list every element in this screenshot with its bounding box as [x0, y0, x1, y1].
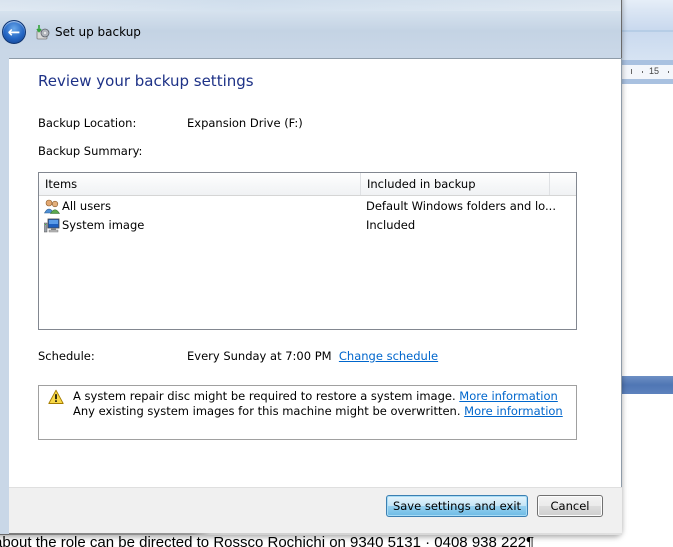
row-item-name: All users	[62, 199, 111, 213]
ruler-tick	[668, 71, 669, 73]
more-information-link[interactable]: More information	[459, 389, 558, 403]
change-schedule-link[interactable]: Change schedule	[339, 349, 438, 363]
back-button[interactable]: ←	[2, 20, 26, 44]
table-row[interactable]: System image Included	[39, 216, 576, 235]
save-settings-button[interactable]: Save settings and exit	[386, 495, 528, 517]
row-item-name: System image	[62, 218, 145, 232]
window-title-bar	[0, 0, 621, 11]
dialog-footer	[9, 487, 622, 533]
background-ruler-edge	[622, 79, 673, 84]
ruler-tick	[631, 69, 632, 74]
cancel-button[interactable]: Cancel	[537, 495, 603, 517]
page-title: Review your backup settings	[38, 72, 254, 90]
backup-location-label: Backup Location:	[38, 116, 137, 130]
warning-message: Any existing system images for this mach…	[73, 404, 563, 418]
navigation-bar: ← Set up backup	[0, 19, 600, 45]
backup-summary-label: Backup Summary:	[38, 144, 143, 158]
ruler-tick	[642, 71, 643, 73]
column-header-included[interactable]: Included in backup	[361, 173, 549, 195]
background-taskbar-fragment	[622, 376, 673, 394]
back-arrow-icon: ←	[7, 22, 21, 41]
column-divider[interactable]	[549, 173, 550, 195]
table-row[interactable]: All users Default Windows folders and lo…	[39, 197, 576, 216]
backup-summary-table: Items Included in backup All users Defau…	[38, 172, 577, 330]
background-document-text: about the role can be directed to Rossco…	[0, 534, 535, 547]
window-bottom-edge	[9, 533, 622, 535]
backup-location-value: Expansion Drive (F:)	[187, 116, 303, 130]
schedule-label: Schedule:	[38, 349, 95, 363]
row-included-value: Default Windows folders and lo...	[366, 199, 556, 213]
warning-icon	[48, 389, 64, 405]
background-ribbon-divider	[622, 30, 673, 32]
row-included-value: Included	[366, 218, 416, 232]
window-title: Set up backup	[55, 25, 141, 39]
warning-box: A system repair disc might be required t…	[38, 385, 577, 440]
warning-text: Any existing system images for this mach…	[73, 404, 461, 418]
backup-icon	[35, 24, 51, 40]
ruler-number: 15	[649, 66, 660, 76]
background-ruler: 15	[622, 65, 673, 79]
table-header: Items Included in backup	[39, 173, 576, 196]
computer-icon	[43, 218, 60, 233]
schedule-value: Every Sunday at 7:00 PM	[187, 349, 332, 363]
column-header-items[interactable]: Items	[39, 173, 360, 195]
more-information-link[interactable]: More information	[464, 404, 563, 418]
warning-message: A system repair disc might be required t…	[73, 389, 558, 403]
warning-text: A system repair disc might be required t…	[73, 389, 456, 403]
schedule-row: Every Sunday at 7:00 PM Change schedule	[187, 349, 438, 363]
users-icon	[43, 199, 61, 214]
